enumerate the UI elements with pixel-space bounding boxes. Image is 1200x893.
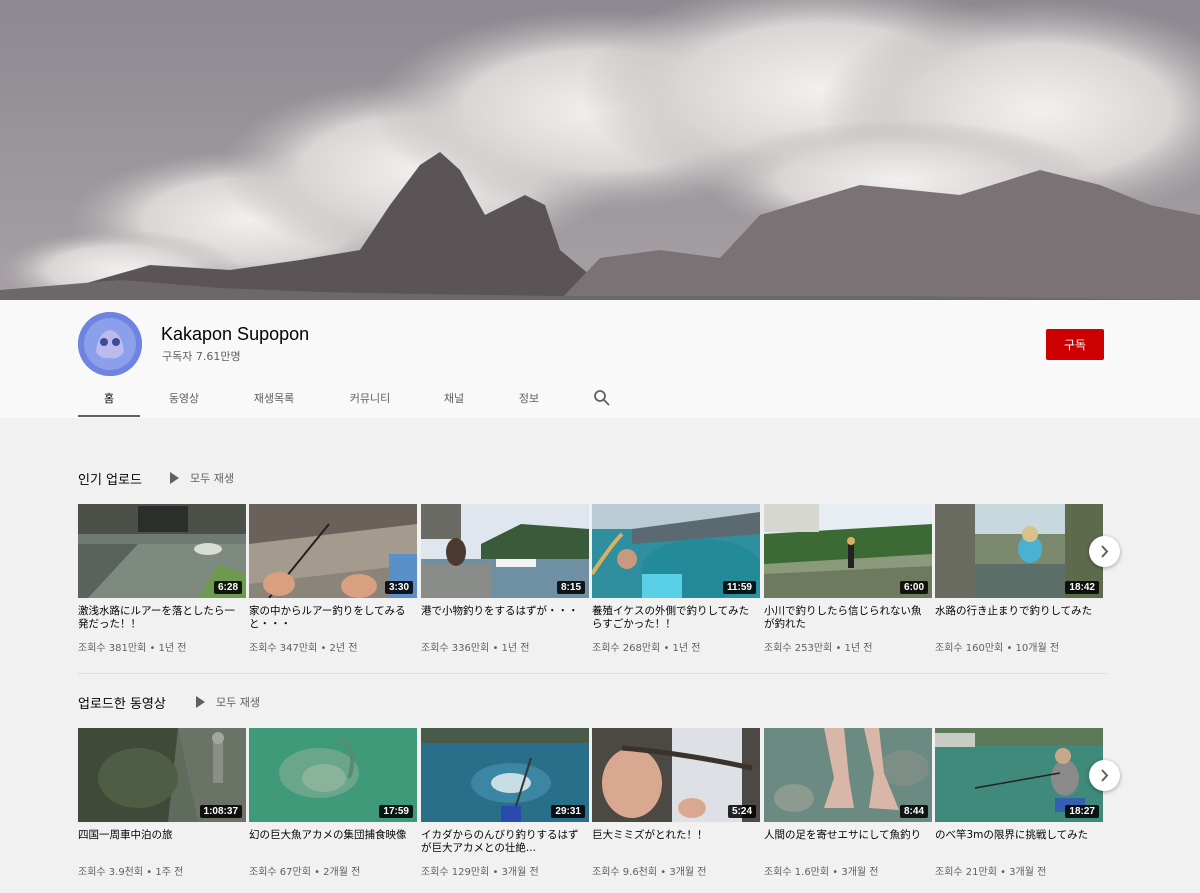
video-meta: 조회수 9.6천회 • 3개월 전 xyxy=(592,867,707,878)
video-thumbnail[interactable]: 1:08:37 xyxy=(78,728,246,822)
video-thumbnail[interactable]: 11:59 xyxy=(592,504,760,598)
video-title[interactable]: 養殖イケスの外側で釣りしてみたらすごかった！！ xyxy=(592,605,752,631)
video-duration: 11:59 xyxy=(722,581,756,594)
video-meta: 조회수 129만회 • 3개월 전 xyxy=(421,867,539,878)
shelf-next-button[interactable] xyxy=(1089,760,1120,791)
video-meta: 조회수 381만회 • 1년 전 xyxy=(78,643,187,654)
play-all-button[interactable]: 모두 재생 xyxy=(170,470,234,486)
video-title[interactable]: 家の中からルアー釣りをしてみると・・・ xyxy=(249,605,409,631)
shelf-title-uploads: 업로드한 동영상 xyxy=(78,697,166,712)
tab-about[interactable]: 정보 xyxy=(509,380,549,417)
shelf-next-button[interactable] xyxy=(1089,536,1120,567)
channel-name: Kakapon Supopon xyxy=(161,324,310,344)
chevron-right-icon xyxy=(1101,769,1109,782)
channel-content: 인기 업로드 모두 재생 6:28 激浅水路にルアーを落としたら一発だった！！ … xyxy=(0,418,1200,893)
video-title[interactable]: 四国一周車中泊の旅 xyxy=(78,829,238,842)
video-meta: 조회수 67만회 • 2개월 전 xyxy=(249,867,361,878)
channel-header: Kakapon Supopon 구독자 7.61만명 구독 홈 동영상 재생목록… xyxy=(0,300,1200,418)
channel-avatar[interactable] xyxy=(78,312,142,376)
video-thumbnail[interactable]: 29:31 xyxy=(421,728,589,822)
video-title[interactable]: 激浅水路にルアーを落としたら一発だった！！ xyxy=(78,605,238,631)
video-meta: 조회수 3.9천회 • 1주 전 xyxy=(78,867,184,878)
video-title[interactable]: 水路の行き止まりで釣りしてみた xyxy=(935,605,1095,618)
video-thumbnail[interactable]: 8:44 xyxy=(764,728,932,822)
channel-banner xyxy=(0,0,1200,300)
video-duration: 29:31 xyxy=(551,805,585,818)
tab-home[interactable]: 홈 xyxy=(78,380,140,417)
video-thumbnail[interactable]: 17:59 xyxy=(249,728,417,822)
video-meta: 조회수 160만회 • 10개월 전 xyxy=(935,643,1060,654)
video-thumbnail[interactable]: 5:24 xyxy=(592,728,760,822)
video-title[interactable]: 港で小物釣りをするはずが・・・ xyxy=(421,605,581,618)
video-meta: 조회수 336만회 • 1년 전 xyxy=(421,643,530,654)
shelf-divider xyxy=(78,673,1107,674)
video-meta: 조회수 268만회 • 1년 전 xyxy=(592,643,701,654)
chevron-right-icon xyxy=(1101,545,1109,558)
tab-videos[interactable]: 동영상 xyxy=(154,380,214,417)
video-title[interactable]: 人間の足を寄せエサにして魚釣り xyxy=(764,829,924,842)
play-all-button[interactable]: 모두 재생 xyxy=(196,694,260,710)
video-thumbnail[interactable]: 6:28 xyxy=(78,504,246,598)
subscribe-button[interactable]: 구독 xyxy=(1046,329,1104,360)
video-title[interactable]: 小川で釣りしたら信じられない魚が釣れた xyxy=(764,605,924,631)
video-meta: 조회수 21만회 • 3개월 전 xyxy=(935,867,1047,878)
video-duration: 18:27 xyxy=(1065,805,1099,818)
play-all-label: 모두 재생 xyxy=(216,696,260,709)
video-duration: 8:15 xyxy=(556,581,585,594)
video-duration: 6:00 xyxy=(899,581,928,594)
play-icon xyxy=(196,696,205,708)
video-title[interactable]: イカダからのんびり釣りするはずが巨大アカメとの壮絶... xyxy=(421,829,581,855)
video-title[interactable]: 巨大ミミズがとれた！！ xyxy=(592,829,752,842)
video-duration: 18:42 xyxy=(1065,581,1099,594)
shelf-title-popular: 인기 업로드 xyxy=(78,473,142,488)
video-thumbnail[interactable]: 18:42 xyxy=(935,504,1103,598)
play-icon xyxy=(170,472,179,484)
video-title[interactable]: のべ竿3mの限界に挑戦してみた xyxy=(935,829,1095,842)
video-duration: 8:44 xyxy=(899,805,928,818)
video-duration: 1:08:37 xyxy=(199,805,242,818)
play-all-label: 모두 재생 xyxy=(190,472,234,485)
subscriber-count: 구독자 7.61만명 xyxy=(162,350,241,363)
video-meta: 조회수 1.6만회 • 3개월 전 xyxy=(764,867,879,878)
video-meta: 조회수 253만회 • 1년 전 xyxy=(764,643,873,654)
video-thumbnail[interactable]: 6:00 xyxy=(764,504,932,598)
video-duration: 3:30 xyxy=(384,581,413,594)
video-thumbnail[interactable]: 18:27 xyxy=(935,728,1103,822)
video-meta: 조회수 347만회 • 2년 전 xyxy=(249,643,358,654)
tab-channels[interactable]: 채널 xyxy=(434,380,474,417)
tab-community[interactable]: 커뮤니티 xyxy=(340,380,400,417)
video-title[interactable]: 幻の巨大魚アカメの集団捕食映像 xyxy=(249,829,409,842)
video-thumbnail[interactable]: 8:15 xyxy=(421,504,589,598)
video-thumbnail[interactable]: 3:30 xyxy=(249,504,417,598)
video-duration: 17:59 xyxy=(379,805,413,818)
tab-playlists[interactable]: 재생목록 xyxy=(244,380,304,417)
video-duration: 6:28 xyxy=(213,581,242,594)
search-icon[interactable] xyxy=(593,389,611,407)
video-duration: 5:24 xyxy=(727,805,756,818)
